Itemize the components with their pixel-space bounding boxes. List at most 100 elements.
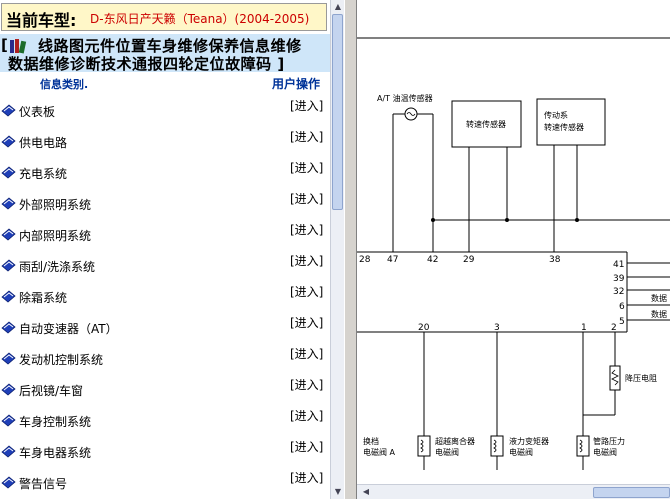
pin-39: 39 bbox=[613, 274, 625, 284]
line-pressure-label-2: 电磁阀 bbox=[593, 447, 617, 457]
pin-20: 20 bbox=[418, 323, 430, 333]
enter-link[interactable]: [进入] bbox=[290, 252, 323, 269]
pencil-icon bbox=[1, 104, 16, 117]
diagram-horizontal-scrollbar[interactable]: ◀ bbox=[357, 484, 670, 499]
list-item: 仪表板 [进入] bbox=[0, 95, 330, 126]
list-item-name[interactable]: 警告信号 bbox=[19, 475, 67, 492]
list-item-name[interactable]: 车身控制系统 bbox=[19, 413, 91, 430]
col-info-category: 信息类别. bbox=[40, 78, 89, 91]
pin-42: 42 bbox=[427, 255, 438, 265]
nav-repair-diagnosis[interactable]: 维修诊断 bbox=[39, 55, 101, 73]
torque-converter-solenoid bbox=[490, 435, 504, 470]
list-item-name[interactable]: 除霜系统 bbox=[19, 289, 67, 306]
enter-link[interactable]: [进入] bbox=[290, 221, 323, 238]
pencil-icon bbox=[1, 476, 16, 489]
pencil-icon bbox=[1, 259, 16, 272]
list-item-name[interactable]: 外部照明系统 bbox=[19, 196, 91, 213]
wiring-diagram-view: 转速传感器 传动系 转速传感器 A/T 油温传感器 28 47 42 29 38… bbox=[357, 0, 670, 484]
line-pressure-solenoid bbox=[576, 435, 590, 470]
enter-link[interactable]: [进入] bbox=[290, 314, 323, 331]
scroll-up-arrow-icon[interactable]: ▲ bbox=[331, 0, 345, 14]
pin-41: 41 bbox=[613, 260, 624, 270]
pin-3: 3 bbox=[494, 323, 500, 333]
pin-2: 2 bbox=[611, 323, 617, 333]
enter-link[interactable]: [进入] bbox=[290, 376, 323, 393]
pencil-icon bbox=[1, 228, 16, 241]
pin-6: 6 bbox=[619, 302, 625, 312]
enter-link[interactable]: [进入] bbox=[290, 128, 323, 145]
list-item-name[interactable]: 后视镜/车窗 bbox=[19, 382, 83, 399]
list-item-name[interactable]: 充电系统 bbox=[19, 165, 67, 182]
list-item: 供电电路 [进入] bbox=[0, 126, 330, 157]
info-panel: 当前车型: D-东风日产天籁（Teana）(2004-2005) [ 线路图元件… bbox=[0, 0, 330, 499]
pencil-icon bbox=[1, 352, 16, 365]
scroll-left-arrow-icon[interactable]: ◀ bbox=[359, 485, 373, 499]
wiring-diagram: 转速传感器 传动系 转速传感器 A/T 油温传感器 28 47 42 29 38… bbox=[357, 37, 670, 470]
nav-wheel-alignment[interactable]: 四轮定位 bbox=[163, 55, 225, 73]
nav-data[interactable]: 数据 bbox=[8, 55, 39, 73]
list-item-name[interactable]: 内部照明系统 bbox=[19, 227, 91, 244]
pencil-icon bbox=[1, 290, 16, 303]
left-vertical-scrollbar[interactable]: ▲ ▼ bbox=[330, 0, 344, 499]
list-item: 警告信号 [进入] bbox=[0, 467, 330, 498]
torque-conv-label-2: 电磁阀 bbox=[509, 447, 533, 457]
info-list: 仪表板 [进入] 供电电路 [进入] 充电系统 [进入] 外部照明系统 [进入] 内部照明系统 [… bbox=[0, 95, 330, 498]
enter-link[interactable]: [进入] bbox=[290, 190, 323, 207]
at-oil-temp-sensor-label: A/T 油温传感器 bbox=[377, 93, 433, 103]
current-vehicle-bar: 当前车型: D-东风日产天籁（Teana）(2004-2005) bbox=[1, 3, 327, 31]
list-item-name[interactable]: 车身电器系统 bbox=[19, 444, 91, 461]
pin-32: 32 bbox=[613, 287, 624, 297]
overrun-clutch-solenoid bbox=[417, 435, 431, 470]
shift-valve-label-2: 电磁阀 A bbox=[363, 447, 396, 457]
pencil-icon bbox=[1, 321, 16, 334]
drivetrain-label-2: 转速传感器 bbox=[544, 122, 584, 132]
drivetrain-label-1: 传动系 bbox=[544, 110, 568, 120]
pin-47: 47 bbox=[387, 255, 398, 265]
list-item-name[interactable]: 自动变速器（AT） bbox=[19, 320, 118, 337]
pin-28: 28 bbox=[359, 255, 371, 265]
list-item: 雨刮/洗涤系统 [进入] bbox=[0, 250, 330, 281]
nav-tech-bulletin[interactable]: 技术通报 bbox=[101, 55, 163, 73]
pin-5: 5 bbox=[619, 317, 625, 327]
shift-valve-label-1: 换档 bbox=[363, 436, 379, 446]
list-item-name[interactable]: 雨刮/洗涤系统 bbox=[19, 258, 95, 275]
enter-link[interactable]: [进入] bbox=[290, 438, 323, 455]
torque-conv-label-1: 液力变矩器 bbox=[509, 436, 549, 446]
pane-splitter[interactable] bbox=[344, 0, 357, 499]
scroll-down-arrow-icon[interactable]: ▼ bbox=[331, 485, 345, 499]
category-bracket-right: ] bbox=[277, 55, 285, 73]
category-bracket-left: [ bbox=[1, 36, 8, 54]
enter-link[interactable]: [进入] bbox=[290, 469, 323, 486]
pencil-icon bbox=[1, 197, 16, 210]
books-icon bbox=[10, 39, 27, 54]
diagram-scroll-thumb[interactable] bbox=[593, 487, 670, 498]
enter-link[interactable]: [进入] bbox=[290, 345, 323, 362]
current-vehicle-value: D-东风日产天籁（Teana）(2004-2005) bbox=[90, 12, 310, 26]
table-header: 信息类别. 用户操作 bbox=[0, 74, 330, 92]
nav-fault-codes[interactable]: 故障码 bbox=[225, 55, 272, 73]
data-label-2: 数据 bbox=[651, 309, 667, 319]
list-item-name[interactable]: 仪表板 bbox=[19, 103, 55, 120]
list-item: 自动变速器（AT） [进入] bbox=[0, 312, 330, 343]
overrun-label-2: 电磁阀 bbox=[435, 447, 459, 457]
enter-link[interactable]: [进入] bbox=[290, 159, 323, 176]
category-row-2: 数据维修诊断技术通报四轮定位故障码 ] bbox=[8, 53, 285, 74]
list-item: 除霜系统 [进入] bbox=[0, 281, 330, 312]
pin-1: 1 bbox=[581, 323, 587, 333]
overrun-label-1: 超越离合器 bbox=[435, 436, 475, 446]
pin-29: 29 bbox=[463, 255, 475, 265]
pencil-icon bbox=[1, 414, 16, 427]
list-item-name[interactable]: 供电电路 bbox=[19, 134, 67, 151]
enter-link[interactable]: [进入] bbox=[290, 407, 323, 424]
speed-sensor-label: 转速传感器 bbox=[466, 119, 506, 129]
pin-38: 38 bbox=[549, 255, 561, 265]
list-item: 发动机控制系统 [进入] bbox=[0, 343, 330, 374]
list-item: 充电系统 [进入] bbox=[0, 157, 330, 188]
left-scroll-thumb[interactable] bbox=[332, 14, 343, 210]
pencil-icon bbox=[1, 135, 16, 148]
enter-link[interactable]: [进入] bbox=[290, 97, 323, 114]
list-item-name[interactable]: 发动机控制系统 bbox=[19, 351, 103, 368]
pencil-icon bbox=[1, 166, 16, 179]
enter-link[interactable]: [进入] bbox=[290, 283, 323, 300]
list-item: 车身电器系统 [进入] bbox=[0, 436, 330, 467]
